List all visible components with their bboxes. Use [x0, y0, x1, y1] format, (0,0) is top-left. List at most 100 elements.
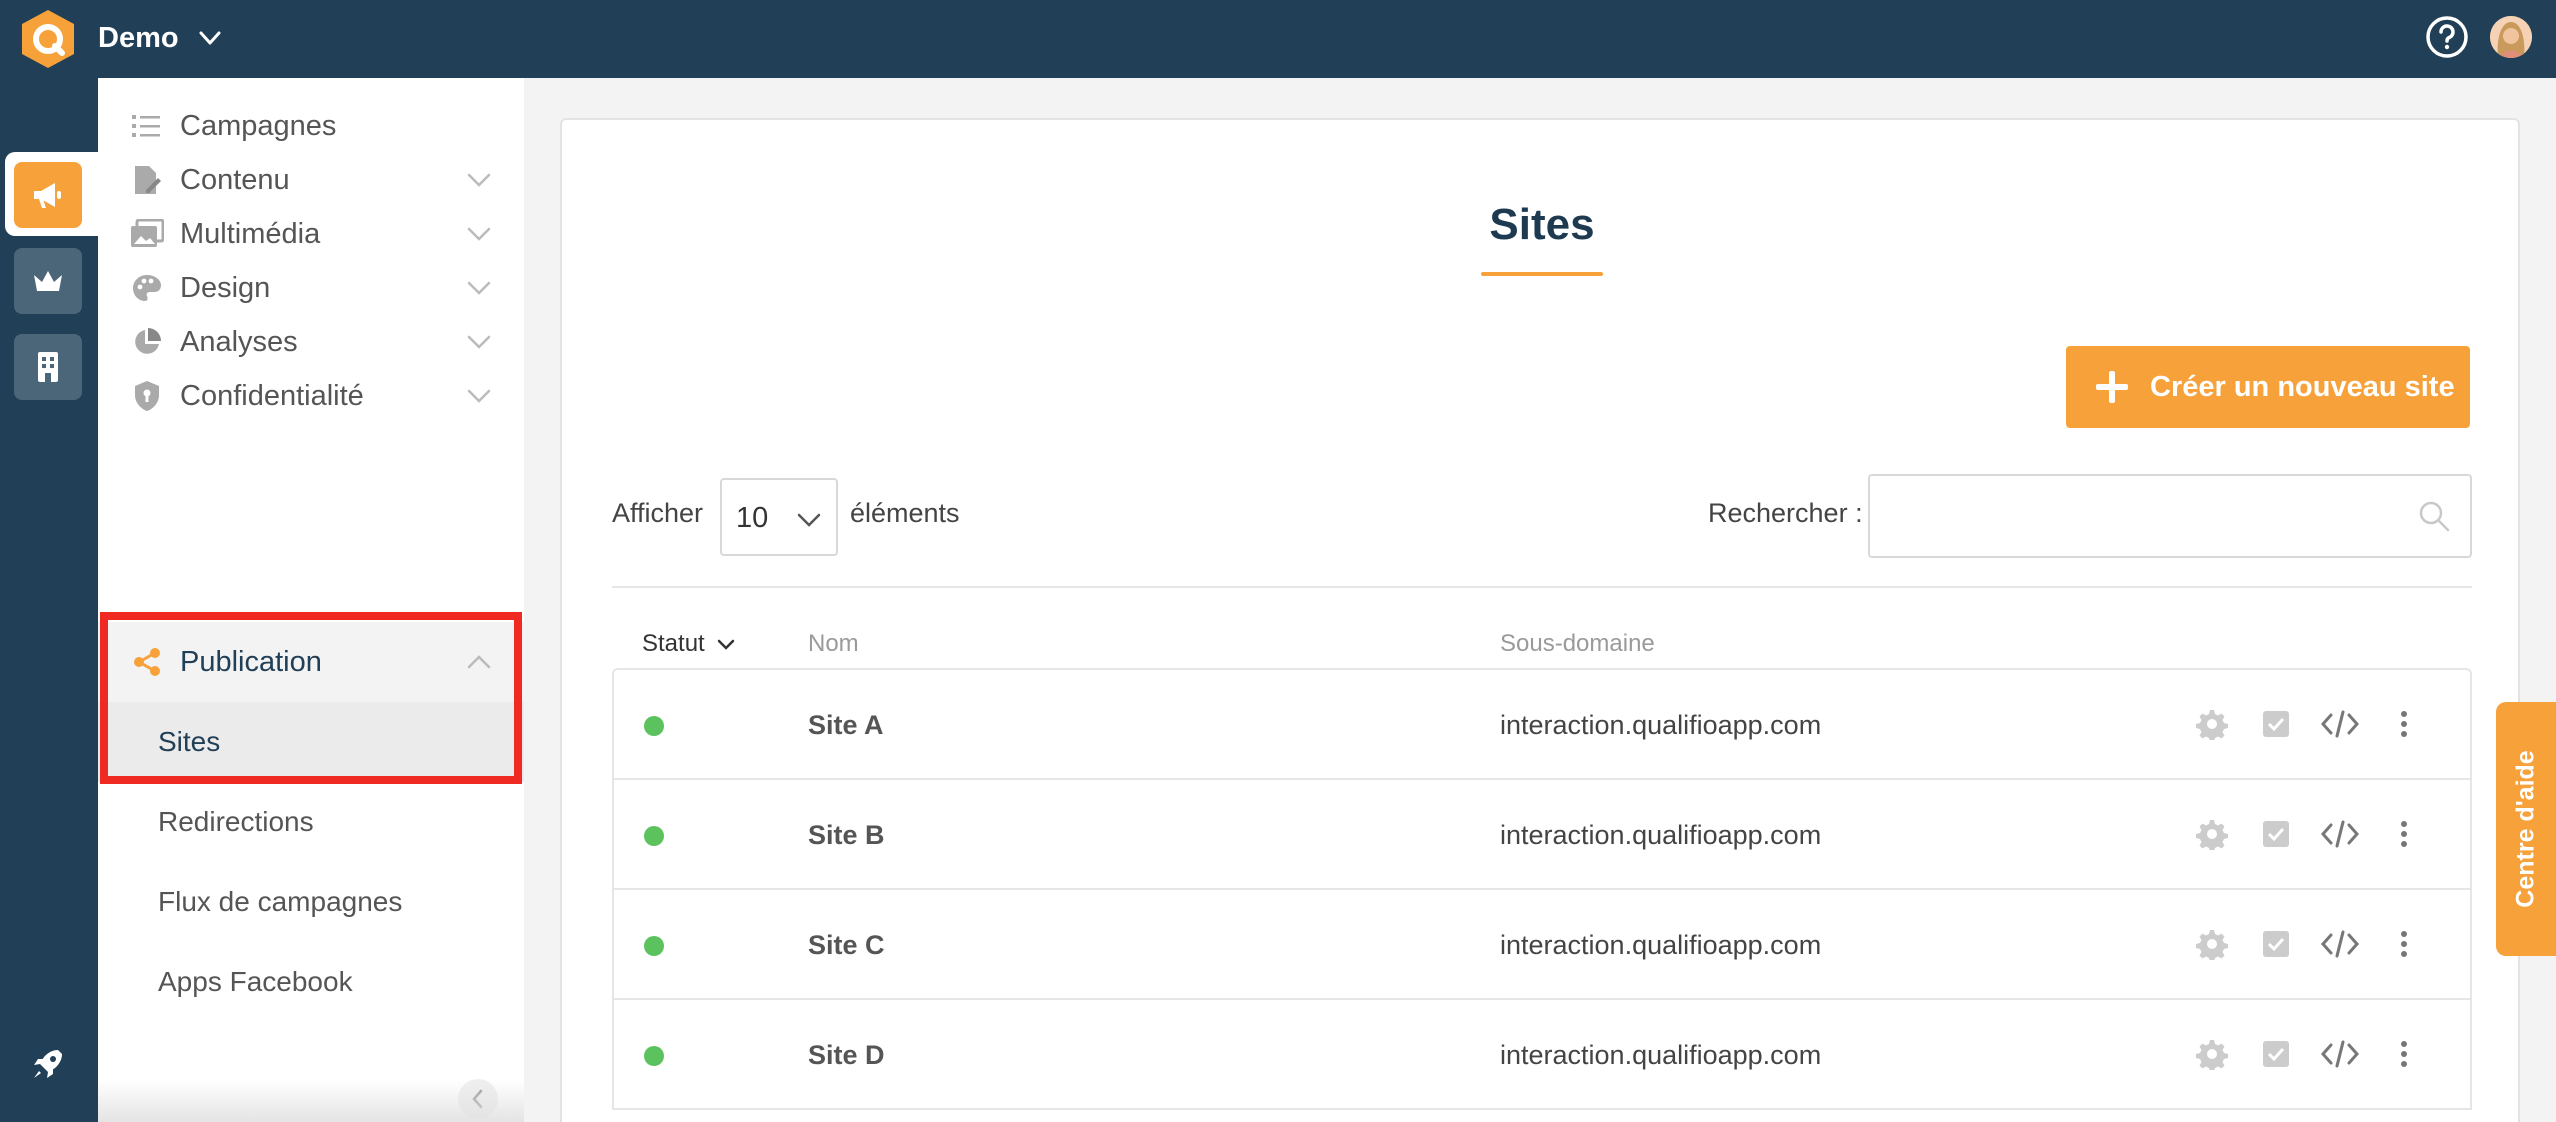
- create-site-label: Créer un nouveau site: [2150, 370, 2455, 403]
- status-dot-active: [644, 826, 664, 846]
- length-label-after: éléments: [850, 498, 960, 528]
- site-subdomain: interaction.qualifioapp.com: [1500, 1040, 1822, 1070]
- pie-chart-icon: [130, 325, 164, 359]
- sidebar-item-publication[interactable]: Publication: [98, 622, 524, 702]
- building-icon: [38, 352, 58, 382]
- chevron-down-icon: [199, 31, 221, 45]
- sidebar-subitem-redirections[interactable]: Redirections: [98, 782, 524, 862]
- column-header-subdomain[interactable]: Sous-domaine: [1500, 630, 1655, 658]
- code-icon[interactable]: [2320, 1034, 2360, 1074]
- sidebar-item-label: Confidentialité: [180, 379, 364, 412]
- user-avatar[interactable]: [2490, 16, 2532, 58]
- status-dot-active: [644, 716, 664, 736]
- account-name: Demo: [98, 21, 179, 54]
- list-icon: [130, 109, 164, 143]
- rocket-icon[interactable]: [28, 1044, 68, 1084]
- table-row[interactable]: Site C interaction.qualifioapp.com: [614, 890, 2470, 1000]
- code-icon[interactable]: [2320, 924, 2360, 964]
- plus-icon: [2096, 371, 2128, 403]
- chevron-down-icon: [467, 173, 491, 187]
- status-dot-active: [644, 1046, 664, 1066]
- code-icon[interactable]: [2320, 704, 2360, 744]
- title-underline: [1481, 272, 1603, 276]
- checkbox-icon[interactable]: [2256, 924, 2296, 964]
- chevron-down-icon: [797, 513, 821, 527]
- share-icon: [130, 645, 164, 679]
- sidebar-subitem-apps-facebook[interactable]: Apps Facebook: [98, 942, 524, 1022]
- more-vertical-icon[interactable]: [2384, 1034, 2424, 1074]
- checkbox-icon[interactable]: [2256, 704, 2296, 744]
- sidebar-item-label: Publication: [180, 645, 322, 678]
- rail-campaigns-button[interactable]: [14, 162, 82, 228]
- code-icon[interactable]: [2320, 814, 2360, 854]
- sites-table: Site A interaction.qualifioapp.com Site …: [612, 668, 2472, 1110]
- sites-panel: Sites Créer un nouveau site Afficher 10 …: [560, 118, 2520, 1122]
- create-site-button[interactable]: Créer un nouveau site: [2066, 346, 2470, 428]
- qualifio-logo-icon[interactable]: [18, 8, 78, 70]
- chevron-down-icon: [467, 227, 491, 241]
- table-row[interactable]: Site B interaction.qualifioapp.com: [614, 780, 2470, 890]
- sidebar-item-label: Multimédia: [180, 217, 321, 250]
- site-name[interactable]: Site A: [808, 710, 884, 741]
- search-input[interactable]: [1868, 474, 2472, 558]
- length-label-before: Afficher: [612, 498, 704, 528]
- shield-icon: [130, 379, 164, 413]
- account-switcher[interactable]: Demo: [98, 18, 223, 58]
- search-label: Rechercher :: [1708, 498, 1863, 528]
- sidebar-item-label: Contenu: [180, 163, 290, 196]
- chevron-down-icon: [467, 335, 491, 349]
- rail-crown-button[interactable]: [14, 248, 82, 314]
- search-icon: [2419, 501, 2450, 532]
- more-vertical-icon[interactable]: [2384, 814, 2424, 854]
- palette-icon: [130, 271, 164, 305]
- sidebar-subitem-flux-de-campagnes[interactable]: Flux de campagnes: [98, 862, 524, 942]
- sidebar-subitem-label: Sites: [158, 726, 221, 757]
- more-vertical-icon[interactable]: [2384, 924, 2424, 964]
- chevron-up-icon: [467, 655, 491, 669]
- crown-icon: [34, 271, 62, 291]
- site-subdomain: interaction.qualifioapp.com: [1500, 710, 1822, 740]
- sidebar-item-label: Analyses: [180, 325, 298, 358]
- site-name[interactable]: Site D: [808, 1040, 885, 1071]
- gear-icon[interactable]: [2192, 1034, 2232, 1074]
- sidebar-nav: Campagnes Contenu Multimédia Design Anal…: [98, 78, 524, 1122]
- column-header-status[interactable]: Statut: [642, 630, 737, 658]
- rail-organization-button[interactable]: [14, 334, 82, 400]
- column-header-name[interactable]: Nom: [808, 630, 859, 658]
- site-name[interactable]: Site B: [808, 820, 885, 851]
- checkbox-icon[interactable]: [2256, 814, 2296, 854]
- help-circle-icon[interactable]: [2424, 14, 2470, 60]
- page-length-value: 10: [736, 502, 769, 534]
- help-center-label: Centre d'aide: [2511, 750, 2540, 908]
- site-subdomain: interaction.qualifioapp.com: [1500, 930, 1822, 960]
- app-rail: [0, 78, 98, 1122]
- sidebar-subitem-sites[interactable]: Sites: [98, 702, 524, 782]
- megaphone-icon: [34, 183, 61, 208]
- help-center-tab[interactable]: Centre d'aide: [2496, 702, 2556, 956]
- site-name[interactable]: Site C: [808, 930, 885, 961]
- more-vertical-icon[interactable]: [2384, 704, 2424, 744]
- gear-icon[interactable]: [2192, 704, 2232, 744]
- chevron-down-icon: [467, 281, 491, 295]
- page-length-select[interactable]: 10: [720, 478, 838, 556]
- page-title: Sites: [1489, 200, 1595, 249]
- sidebar-subitem-label: Apps Facebook: [158, 966, 353, 997]
- images-icon: [130, 217, 164, 251]
- sidebar-item-confidentialite[interactable]: Confidentialité: [98, 356, 524, 436]
- sidebar-item-label: Design: [180, 271, 271, 304]
- status-dot-active: [644, 936, 664, 956]
- table-row[interactable]: Site D interaction.qualifioapp.com: [614, 1000, 2470, 1110]
- checkbox-icon[interactable]: [2256, 1034, 2296, 1074]
- top-bar: Demo: [0, 0, 2556, 78]
- toolbar-divider: [612, 586, 2472, 588]
- sidebar-item-label: Campagnes: [180, 109, 337, 142]
- chevron-down-icon: [467, 389, 491, 403]
- sidebar-subitem-label: Flux de campagnes: [158, 886, 403, 917]
- gear-icon[interactable]: [2192, 814, 2232, 854]
- column-header-label: Statut: [642, 630, 705, 657]
- sidebar-subitem-label: Redirections: [158, 806, 314, 837]
- sort-chevron-down-icon: [717, 639, 734, 650]
- gear-icon[interactable]: [2192, 924, 2232, 964]
- table-row[interactable]: Site A interaction.qualifioapp.com: [614, 670, 2470, 780]
- avatar-image: [2490, 16, 2532, 58]
